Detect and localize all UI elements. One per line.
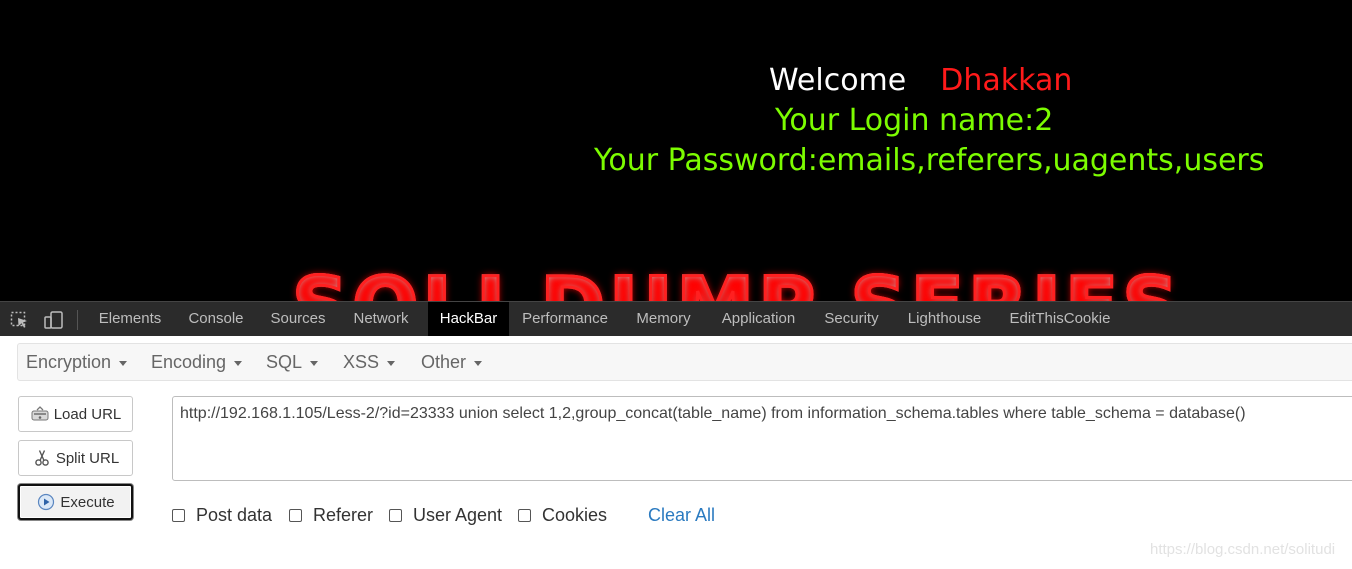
- watermark: https://blog.csdn.net/solitudi: [1150, 541, 1336, 558]
- welcome-username: Dhakkan: [940, 63, 1073, 98]
- scissors-icon: [32, 449, 52, 467]
- tab-security[interactable]: Security: [813, 302, 890, 336]
- menu-encoding[interactable]: Encoding: [151, 344, 243, 380]
- cookies-option[interactable]: Cookies: [518, 505, 607, 525]
- welcome-label: Welcome: [769, 63, 907, 98]
- url-textarea[interactable]: http://192.168.1.105/Less-2/?id=23333 un…: [172, 396, 1352, 481]
- load-url-label: Load URL: [53, 405, 122, 423]
- password-text: Your Password:emails,referers,uagents,us…: [594, 143, 1265, 178]
- tab-performance[interactable]: Performance: [509, 302, 621, 336]
- tab-memory[interactable]: Memory: [623, 302, 704, 336]
- caret-down-icon: [474, 360, 483, 366]
- menu-encryption[interactable]: Encryption: [26, 344, 128, 380]
- tab-console[interactable]: Console: [177, 302, 255, 336]
- menu-xss[interactable]: XSS: [343, 344, 396, 380]
- device-toggle-icon[interactable]: [44, 311, 64, 329]
- post-data-option[interactable]: Post data: [172, 505, 272, 525]
- user-agent-option[interactable]: User Agent: [389, 505, 502, 525]
- login-name-text: Your Login name:2: [775, 103, 1054, 138]
- split-url-button[interactable]: Split URL: [18, 440, 133, 476]
- split-url-label: Split URL: [55, 449, 120, 467]
- menu-label: XSS: [343, 352, 380, 372]
- referer-option[interactable]: Referer: [289, 505, 373, 525]
- tab-sources[interactable]: Sources: [260, 302, 336, 336]
- toolbar-divider: [77, 310, 78, 330]
- caret-down-icon: [310, 360, 319, 366]
- caret-down-icon: [387, 360, 396, 366]
- play-icon: [36, 493, 56, 511]
- clear-all-link[interactable]: Clear All: [648, 505, 715, 525]
- load-url-button[interactable]: Load URL: [18, 396, 133, 432]
- menu-label: Encoding: [151, 352, 227, 372]
- option-label: User Agent: [413, 504, 503, 525]
- post-data-checkbox[interactable]: [172, 508, 185, 522]
- hackbar-panel: Encryption Encoding SQL XSS Other Load U…: [0, 336, 1352, 569]
- user-agent-checkbox[interactable]: [389, 508, 402, 522]
- option-label: Cookies: [542, 504, 608, 525]
- menu-label: Encryption: [26, 352, 112, 372]
- cookies-checkbox[interactable]: [518, 508, 531, 522]
- devtools-tab-bar: Elements Console Sources Network HackBar Perf…: [0, 301, 1352, 336]
- execute-label: Execute: [60, 493, 115, 511]
- menu-other[interactable]: Other: [421, 344, 483, 380]
- execute-button[interactable]: Execute: [18, 484, 133, 520]
- tab-editthiscookie[interactable]: EditThisCookie: [998, 302, 1122, 336]
- welcome-line: Welcome Dhakkan: [769, 63, 1072, 99]
- inspect-element-icon[interactable]: [10, 311, 30, 329]
- menu-label: Other: [421, 352, 467, 372]
- sqli-banner-logo: SQLI DUMP SERIES: [290, 261, 1182, 302]
- tab-hackbar[interactable]: HackBar: [428, 302, 509, 336]
- page-viewport: Welcome Dhakkan Your Login name:2 Your Pa…: [0, 0, 1352, 301]
- tab-elements[interactable]: Elements: [87, 302, 173, 336]
- menu-sql[interactable]: SQL: [266, 344, 319, 380]
- option-label: Referer: [313, 504, 374, 525]
- tab-lighthouse[interactable]: Lighthouse: [896, 302, 993, 336]
- option-label: Post data: [196, 504, 273, 525]
- tab-network[interactable]: Network: [341, 302, 421, 336]
- load-url-icon: [30, 405, 50, 423]
- caret-down-icon: [234, 360, 243, 366]
- tab-application[interactable]: Application: [709, 302, 808, 336]
- caret-down-icon: [119, 360, 128, 366]
- referer-checkbox[interactable]: [289, 508, 302, 522]
- hackbar-menu-bar: Encryption Encoding SQL XSS Other: [17, 343, 1352, 381]
- menu-label: SQL: [266, 352, 303, 372]
